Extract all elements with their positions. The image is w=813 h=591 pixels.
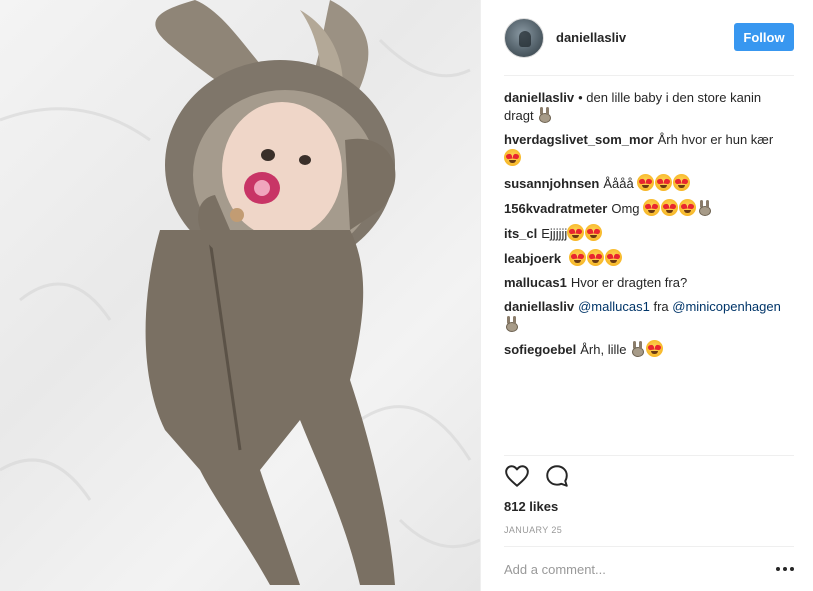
likes-count[interactable]: 812 likes — [504, 499, 558, 514]
post-date[interactable]: JANUARY 25 — [504, 525, 562, 535]
add-comment-input[interactable] — [504, 561, 744, 577]
heart-eyes-emoji — [655, 174, 673, 191]
avatar[interactable] — [504, 17, 544, 58]
comments-list: daniellasliv • den lille baby i den store… — [504, 89, 794, 365]
comment-bubble-icon[interactable] — [544, 463, 570, 489]
heart-eyes-emoji — [646, 340, 664, 357]
comment-text: Åååå — [603, 176, 634, 191]
heart-eyes-emoji — [661, 199, 679, 216]
heart-eyes-emoji — [637, 174, 655, 191]
comment-text: Årh hvor er hun kær — [657, 132, 774, 147]
author-username[interactable]: daniellasliv — [556, 30, 626, 45]
comment-item: sofiegoebel Årh, lille — [504, 340, 794, 359]
heart-icon[interactable] — [504, 463, 530, 489]
post-photo[interactable] — [0, 0, 480, 591]
post-header: daniellasliv Follow — [504, 0, 794, 76]
comment-text: Ejjjjjj — [541, 226, 568, 241]
post-sidebar: daniellasliv Follow daniellasliv • den li… — [480, 0, 813, 591]
comment-author[interactable]: mallucas1 — [504, 275, 567, 290]
comment-item: susannjohnsen Åååå — [504, 174, 794, 193]
comment-text: fra — [653, 299, 669, 314]
comment-author[interactable]: daniellasliv — [504, 299, 574, 314]
rabbit-emoji — [630, 341, 646, 357]
caption: daniellasliv • den lille baby i den store… — [504, 89, 794, 125]
heart-eyes-emoji — [604, 249, 622, 266]
heart-eyes-emoji — [585, 224, 603, 241]
more-options-icon[interactable] — [776, 562, 794, 576]
heart-eyes-emoji — [586, 249, 604, 266]
rabbit-emoji — [504, 316, 520, 332]
comment-author[interactable]: sofiegoebel — [504, 342, 576, 357]
comment-text: Omg — [611, 201, 640, 216]
comment-text: Hvor er dragten fra? — [570, 275, 688, 290]
comment-item: its_cl Ejjjjjj — [504, 224, 794, 243]
heart-eyes-emoji — [568, 249, 586, 266]
baby-photo-illustration — [0, 0, 480, 585]
heart-eyes-emoji — [679, 199, 697, 216]
comment-item: daniellasliv @mallucas1 fra @minicopenhag… — [504, 298, 794, 334]
mention-link[interactable]: @minicopenhagen — [672, 299, 781, 314]
comment-author[interactable]: leabjoerk — [504, 251, 561, 266]
rabbit-emoji — [697, 200, 713, 216]
add-comment-bar — [504, 546, 794, 591]
comment-item: mallucas1 Hvor er dragten fra? — [504, 274, 794, 292]
post-actions — [504, 455, 794, 495]
heart-eyes-emoji — [643, 199, 661, 216]
comment-author[interactable]: hverdagslivet_som_mor — [504, 132, 654, 147]
comment-author[interactable]: 156kvadratmeter — [504, 201, 607, 216]
heart-eyes-emoji — [673, 174, 691, 191]
comment-text: Årh, lille — [580, 342, 627, 357]
follow-button[interactable]: Follow — [734, 23, 794, 51]
comment-item: 156kvadratmeter Omg — [504, 199, 794, 218]
comment-item: leabjoerk — [504, 249, 794, 268]
comment-author[interactable]: its_cl — [504, 226, 537, 241]
comment-author[interactable]: susannjohnsen — [504, 176, 599, 191]
comment-item: hverdagslivet_som_mor Årh hvor er hun kær — [504, 131, 794, 168]
instagram-post: daniellasliv Follow daniellasliv • den li… — [0, 0, 813, 591]
rabbit-emoji — [537, 107, 553, 123]
heart-eyes-emoji — [504, 149, 521, 166]
caption-author[interactable]: daniellasliv — [504, 90, 574, 105]
heart-eyes-emoji — [567, 224, 585, 241]
mention-link[interactable]: @mallucas1 — [578, 299, 650, 314]
